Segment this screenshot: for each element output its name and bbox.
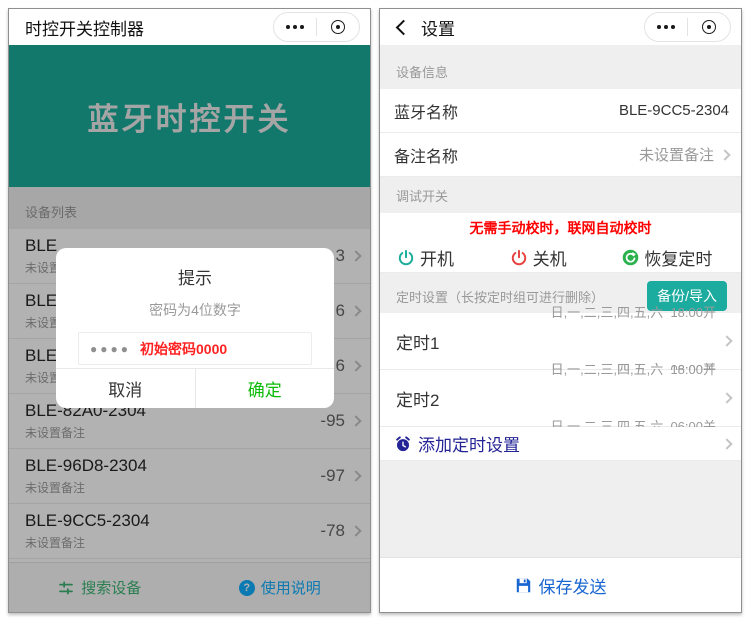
timer-on-line: 日,一,二,三,四,五,六 18:00开 [551, 360, 716, 379]
modal-buttons: 取消 确定 [56, 368, 334, 408]
save-send-button[interactable]: 保存发送 [380, 557, 741, 612]
debug-switch-panel: 无需手动校时，联网自动校时 开机 关机 恢复定时 [380, 213, 741, 273]
timer-label: 定时1 [396, 329, 439, 354]
power-off-icon [510, 249, 528, 267]
password-hint: 初始密码0000 [140, 339, 227, 359]
power-on-label: 开机 [420, 245, 454, 270]
device-info-header: 设备信息 [380, 45, 741, 89]
add-timer-row[interactable]: 添加定时设置 [380, 427, 741, 461]
wechat-capsule [273, 12, 360, 42]
background-filler [380, 461, 741, 557]
alarm-clock-icon [394, 435, 412, 453]
more-dots-icon [657, 25, 675, 29]
bluetooth-name-value: BLE-9CC5-2304 [619, 102, 729, 119]
confirm-button[interactable]: 确定 [196, 369, 335, 408]
more-dots-icon [286, 25, 304, 29]
left-titlebar: 时控开关控制器 [9, 9, 370, 45]
debug-switch-header: 调试开关 [380, 177, 741, 213]
target-circle-icon [331, 20, 345, 34]
floppy-save-icon [515, 577, 532, 594]
right-page-title: 设置 [421, 15, 455, 40]
close-minimize-button[interactable] [688, 13, 730, 41]
timer-row[interactable]: 定时2 日,一,二,三,四,五,六 18:00开 日,一,二,三,四,五,六 0… [380, 370, 741, 427]
password-modal: 提示 密码为4位数字 ●●●● 初始密码0000 取消 确定 [56, 248, 334, 408]
two-screen-layout: 时控开关控制器 蓝牙时控开关 设备列表 BLE未设置备注 3 BLE未设置备注 … [0, 0, 750, 621]
restore-refresh-icon [622, 249, 639, 266]
chevron-right-icon [721, 335, 732, 346]
power-on-button[interactable]: 开机 [397, 245, 510, 270]
modal-subtitle: 密码为4位数字 [56, 300, 334, 320]
time-sync-warning: 无需手动校时，联网自动校时 [380, 218, 741, 238]
more-menu-button[interactable] [645, 13, 687, 41]
chevron-right-icon [721, 392, 732, 403]
more-menu-button[interactable] [274, 13, 316, 41]
right-titlebar: 设置 [380, 9, 741, 45]
bluetooth-name-label: 蓝牙名称 [394, 99, 458, 123]
back-chevron-icon[interactable] [396, 19, 412, 35]
remark-name-label: 备注名称 [394, 143, 458, 167]
save-send-label: 保存发送 [539, 573, 607, 598]
settings-screen: 设置 设备信息 蓝牙名称 BLE-9CC5-2304 备注名称 未设置备注 调试… [379, 8, 742, 613]
wechat-capsule [644, 12, 731, 42]
timer-on-line: 日,一,二,三,四,五,六 18:00开 [551, 303, 716, 322]
password-dots: ●●●● [90, 342, 131, 356]
timer-label: 定时2 [396, 386, 439, 411]
remark-name-row[interactable]: 备注名称 未设置备注 [380, 133, 741, 177]
bluetooth-name-row: 蓝牙名称 BLE-9CC5-2304 [380, 89, 741, 133]
chevron-right-icon [721, 438, 732, 449]
add-timer-label: 添加定时设置 [418, 431, 520, 456]
device-list-screen: 时控开关控制器 蓝牙时控开关 设备列表 BLE未设置备注 3 BLE未设置备注 … [8, 8, 371, 613]
left-page-title: 时控开关控制器 [25, 15, 144, 40]
password-input[interactable]: ●●●● 初始密码0000 [78, 332, 312, 365]
power-on-icon [397, 249, 415, 267]
target-circle-icon [702, 20, 716, 34]
close-minimize-button[interactable] [317, 13, 359, 41]
cancel-button[interactable]: 取消 [56, 369, 196, 408]
chevron-right-icon [719, 149, 730, 160]
modal-title: 提示 [56, 264, 334, 289]
remark-name-value: 未设置备注 [639, 144, 714, 165]
